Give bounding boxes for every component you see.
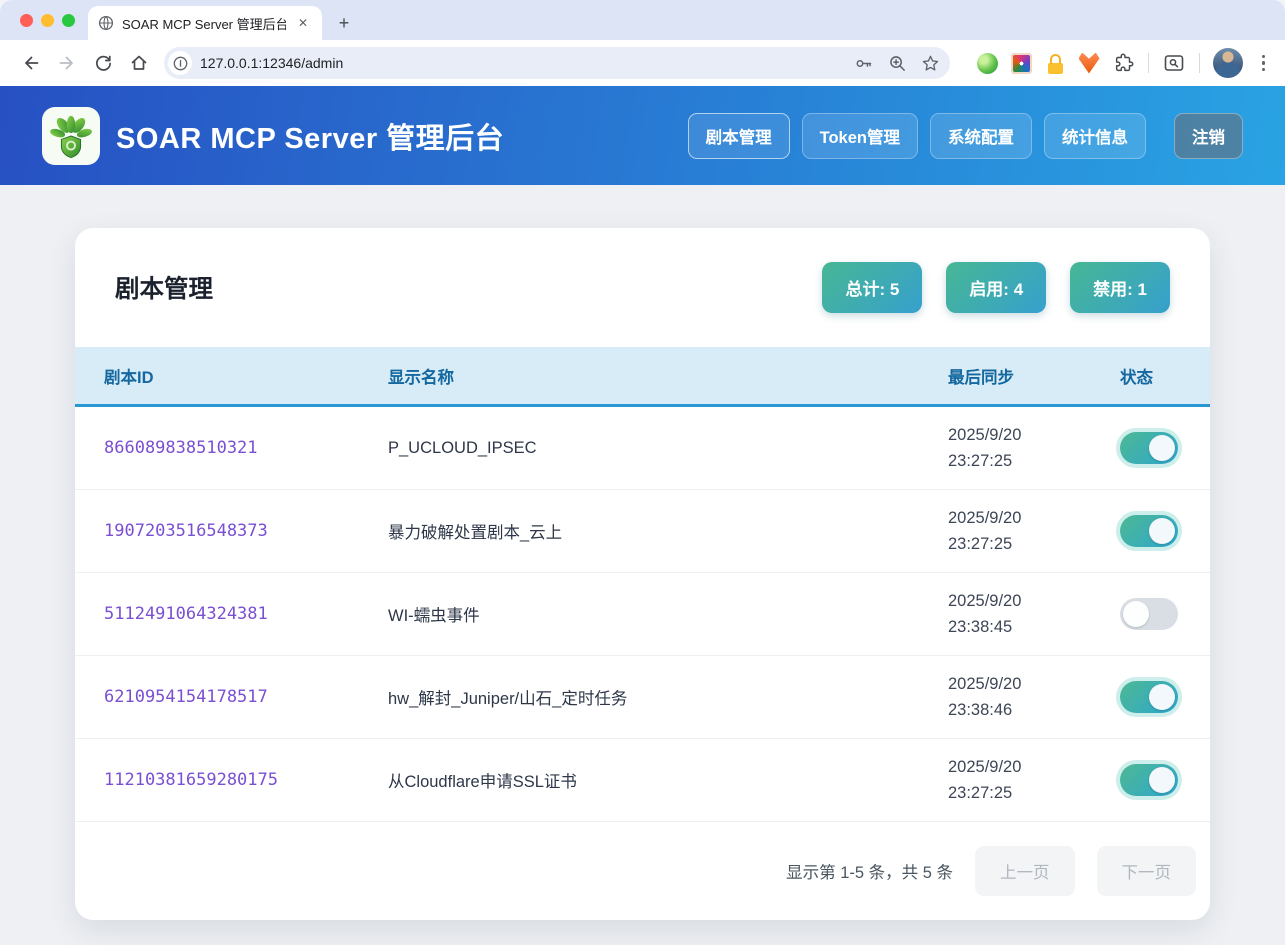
playbook-name: WI-蠕虫事件 <box>388 602 948 626</box>
logout-button[interactable]: 注销 <box>1174 113 1243 159</box>
forward-button[interactable] <box>50 46 84 80</box>
nav-playbook-management[interactable]: 剧本管理 <box>688 113 790 159</box>
tab-strip: SOAR MCP Server 管理后台 ✕ + <box>0 0 1285 40</box>
back-button[interactable] <box>14 46 48 80</box>
profile-avatar[interactable] <box>1213 48 1243 78</box>
table-row: 6210954154178517 hw_解封_Juniper/山石_定时任务 2… <box>75 656 1210 739</box>
table-row: 866089838510321 P_UCLOUD_IPSEC 2025/9/20… <box>75 407 1210 490</box>
status-toggle[interactable] <box>1120 515 1178 547</box>
extensions-puzzle-icon[interactable] <box>1113 52 1135 74</box>
reload-button[interactable] <box>86 46 120 80</box>
column-header-sync: 最后同步 <box>948 364 1120 388</box>
pagination-summary: 显示第 1-5 条，共 5 条 <box>786 859 953 883</box>
column-header-id: 剧本ID <box>104 364 388 388</box>
status-toggle[interactable] <box>1120 432 1178 464</box>
last-sync: 2025/9/20 23:27:25 <box>948 422 1120 474</box>
fullscreen-window-button[interactable] <box>62 14 75 27</box>
status-toggle[interactable] <box>1120 598 1178 630</box>
table-row: 1907203516548373 暴力破解处置剧本_云上 2025/9/20 2… <box>75 490 1210 573</box>
home-button[interactable] <box>122 46 156 80</box>
nav-token-management[interactable]: Token管理 <box>802 113 918 159</box>
toolbar-divider <box>1199 53 1200 73</box>
last-sync: 2025/9/20 23:38:45 <box>948 588 1120 640</box>
extension-lock-icon[interactable] <box>1045 53 1066 74</box>
window-controls <box>20 14 75 27</box>
last-sync: 2025/9/20 23:38:46 <box>948 671 1120 723</box>
url-text[interactable]: 127.0.0.1:12346/admin <box>200 55 845 71</box>
playbook-id-link[interactable]: 1907203516548373 <box>104 521 388 541</box>
site-info-icon[interactable] <box>168 51 192 75</box>
column-header-name: 显示名称 <box>388 364 948 388</box>
password-key-icon[interactable] <box>853 53 874 74</box>
nav-system-config[interactable]: 系统配置 <box>930 113 1032 159</box>
last-sync: 2025/9/20 23:27:25 <box>948 754 1120 806</box>
tab-title: SOAR MCP Server 管理后台 <box>122 14 286 33</box>
browser-tab[interactable]: SOAR MCP Server 管理后台 ✕ <box>88 6 322 40</box>
prev-page-button[interactable]: 上一页 <box>975 846 1075 896</box>
address-bar[interactable]: 127.0.0.1:12346/admin <box>164 47 950 79</box>
badge-enabled: 启用: 4 <box>946 262 1046 313</box>
browser-menu-icon[interactable] <box>1256 51 1272 76</box>
last-sync: 2025/9/20 23:27:25 <box>948 505 1120 557</box>
playbook-id-link[interactable]: 866089838510321 <box>104 438 388 458</box>
pagination-bar: 显示第 1-5 条，共 5 条 上一页 下一页 <box>75 822 1210 919</box>
playbook-name: hw_解封_Juniper/山石_定时任务 <box>388 685 948 709</box>
playbook-id-link[interactable]: 6210954154178517 <box>104 687 388 707</box>
column-header-status: 状态 <box>1120 364 1210 388</box>
side-panel-search-icon[interactable] <box>1162 51 1186 75</box>
playbook-name: P_UCLOUD_IPSEC <box>388 439 948 458</box>
toolbar-divider <box>1148 53 1149 73</box>
zoom-icon[interactable] <box>888 54 907 73</box>
browser-window: SOAR MCP Server 管理后台 ✕ + 127.0.0.1:12346… <box>0 0 1285 945</box>
table-row: 11210381659280175 从Cloudflare申请SSL证书 202… <box>75 739 1210 822</box>
page-background: 剧本管理 总计: 5 启用: 4 禁用: 1 剧本ID 显示名称 最后同步 状态… <box>0 185 1285 945</box>
app-header: SOAR MCP Server 管理后台 剧本管理 Token管理 系统配置 统… <box>0 86 1285 185</box>
browser-toolbar: 127.0.0.1:12346/admin <box>0 40 1285 86</box>
status-toggle[interactable] <box>1120 681 1178 713</box>
playbook-name: 从Cloudflare申请SSL证书 <box>388 768 948 792</box>
nav-statistics[interactable]: 统计信息 <box>1044 113 1146 159</box>
extension-fox-icon[interactable] <box>1079 53 1100 74</box>
stat-badges: 总计: 5 启用: 4 禁用: 1 <box>822 262 1170 313</box>
panel-title: 剧本管理 <box>115 270 213 305</box>
playbook-id-link[interactable]: 5112491064324381 <box>104 604 388 624</box>
extension-bird-icon[interactable] <box>977 53 998 74</box>
app-logo <box>42 107 100 165</box>
playbook-id-link[interactable]: 11210381659280175 <box>104 770 388 790</box>
next-page-button[interactable]: 下一页 <box>1097 846 1197 896</box>
app-title: SOAR MCP Server 管理后台 <box>116 115 504 157</box>
playbook-panel: 剧本管理 总计: 5 启用: 4 禁用: 1 剧本ID 显示名称 最后同步 状态… <box>75 228 1210 920</box>
badge-disabled: 禁用: 1 <box>1070 262 1170 313</box>
close-window-button[interactable] <box>20 14 33 27</box>
main-nav: 剧本管理 Token管理 系统配置 统计信息 注销 <box>688 113 1243 159</box>
playbook-name: 暴力破解处置剧本_云上 <box>388 519 948 543</box>
status-toggle[interactable] <box>1120 764 1178 796</box>
extension-pinwheel-icon[interactable] <box>1011 53 1032 74</box>
bookmark-star-icon[interactable] <box>921 54 940 73</box>
new-tab-button[interactable]: + <box>330 9 358 37</box>
panel-header: 剧本管理 总计: 5 启用: 4 禁用: 1 <box>75 228 1210 347</box>
minimize-window-button[interactable] <box>41 14 54 27</box>
table-row: 5112491064324381 WI-蠕虫事件 2025/9/20 23:38… <box>75 573 1210 656</box>
tab-close-icon[interactable]: ✕ <box>294 14 312 32</box>
globe-favicon-icon <box>98 15 114 31</box>
badge-total: 总计: 5 <box>822 262 922 313</box>
table-header: 剧本ID 显示名称 最后同步 状态 <box>75 347 1210 407</box>
